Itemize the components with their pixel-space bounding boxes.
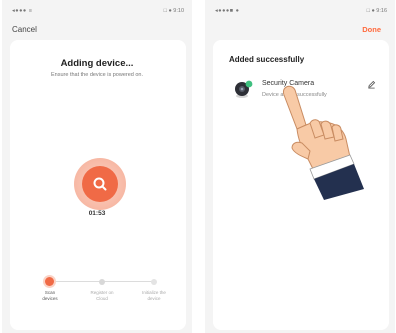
page-title: Adding device... — [60, 58, 134, 69]
signal-icons: ◂●●●■ ● — [215, 8, 240, 14]
step-label-line: Cloud — [96, 296, 108, 301]
page-subtitle: Ensure that the device is powered on. — [50, 72, 144, 78]
step-label-scan: Scan devices — [30, 290, 70, 302]
pencil-icon[interactable] — [367, 80, 376, 89]
cancel-button[interactable]: Cancel — [12, 25, 37, 34]
signal-icons: ◂●●● ≡ — [12, 8, 33, 14]
status-bar: ◂●●● ≡ □ ● 9:10 — [2, 0, 192, 20]
step-dot-initialize — [151, 279, 157, 285]
status-bar: ◂●●●■ ● □ ● 9:16 — [205, 0, 395, 20]
countdown-timer: 01:53 — [88, 210, 106, 217]
step-label-line: device — [147, 296, 161, 301]
step-dot-register — [99, 279, 105, 285]
done-button[interactable]: Done — [362, 25, 381, 34]
page-title: Added successfully — [229, 55, 305, 64]
status-time: □ ● 9:16 — [366, 8, 387, 14]
search-icon — [93, 177, 107, 191]
pointing-hand-icon — [282, 85, 364, 200]
status-time: □ ● 9:10 — [163, 8, 184, 14]
added-success-screen: ◂●●●■ ● □ ● 9:16 Done Added successfully… — [205, 0, 395, 333]
step-label-register: Register on Cloud — [82, 290, 122, 302]
step-dot-scan — [45, 277, 54, 286]
step-label-line: devices — [42, 296, 58, 301]
step-label-initialize: Initialize the device — [134, 290, 174, 302]
adding-device-screen: ◂●●● ≡ □ ● 9:10 Cancel Adding device... … — [2, 0, 192, 333]
camera-icon — [235, 80, 253, 98]
